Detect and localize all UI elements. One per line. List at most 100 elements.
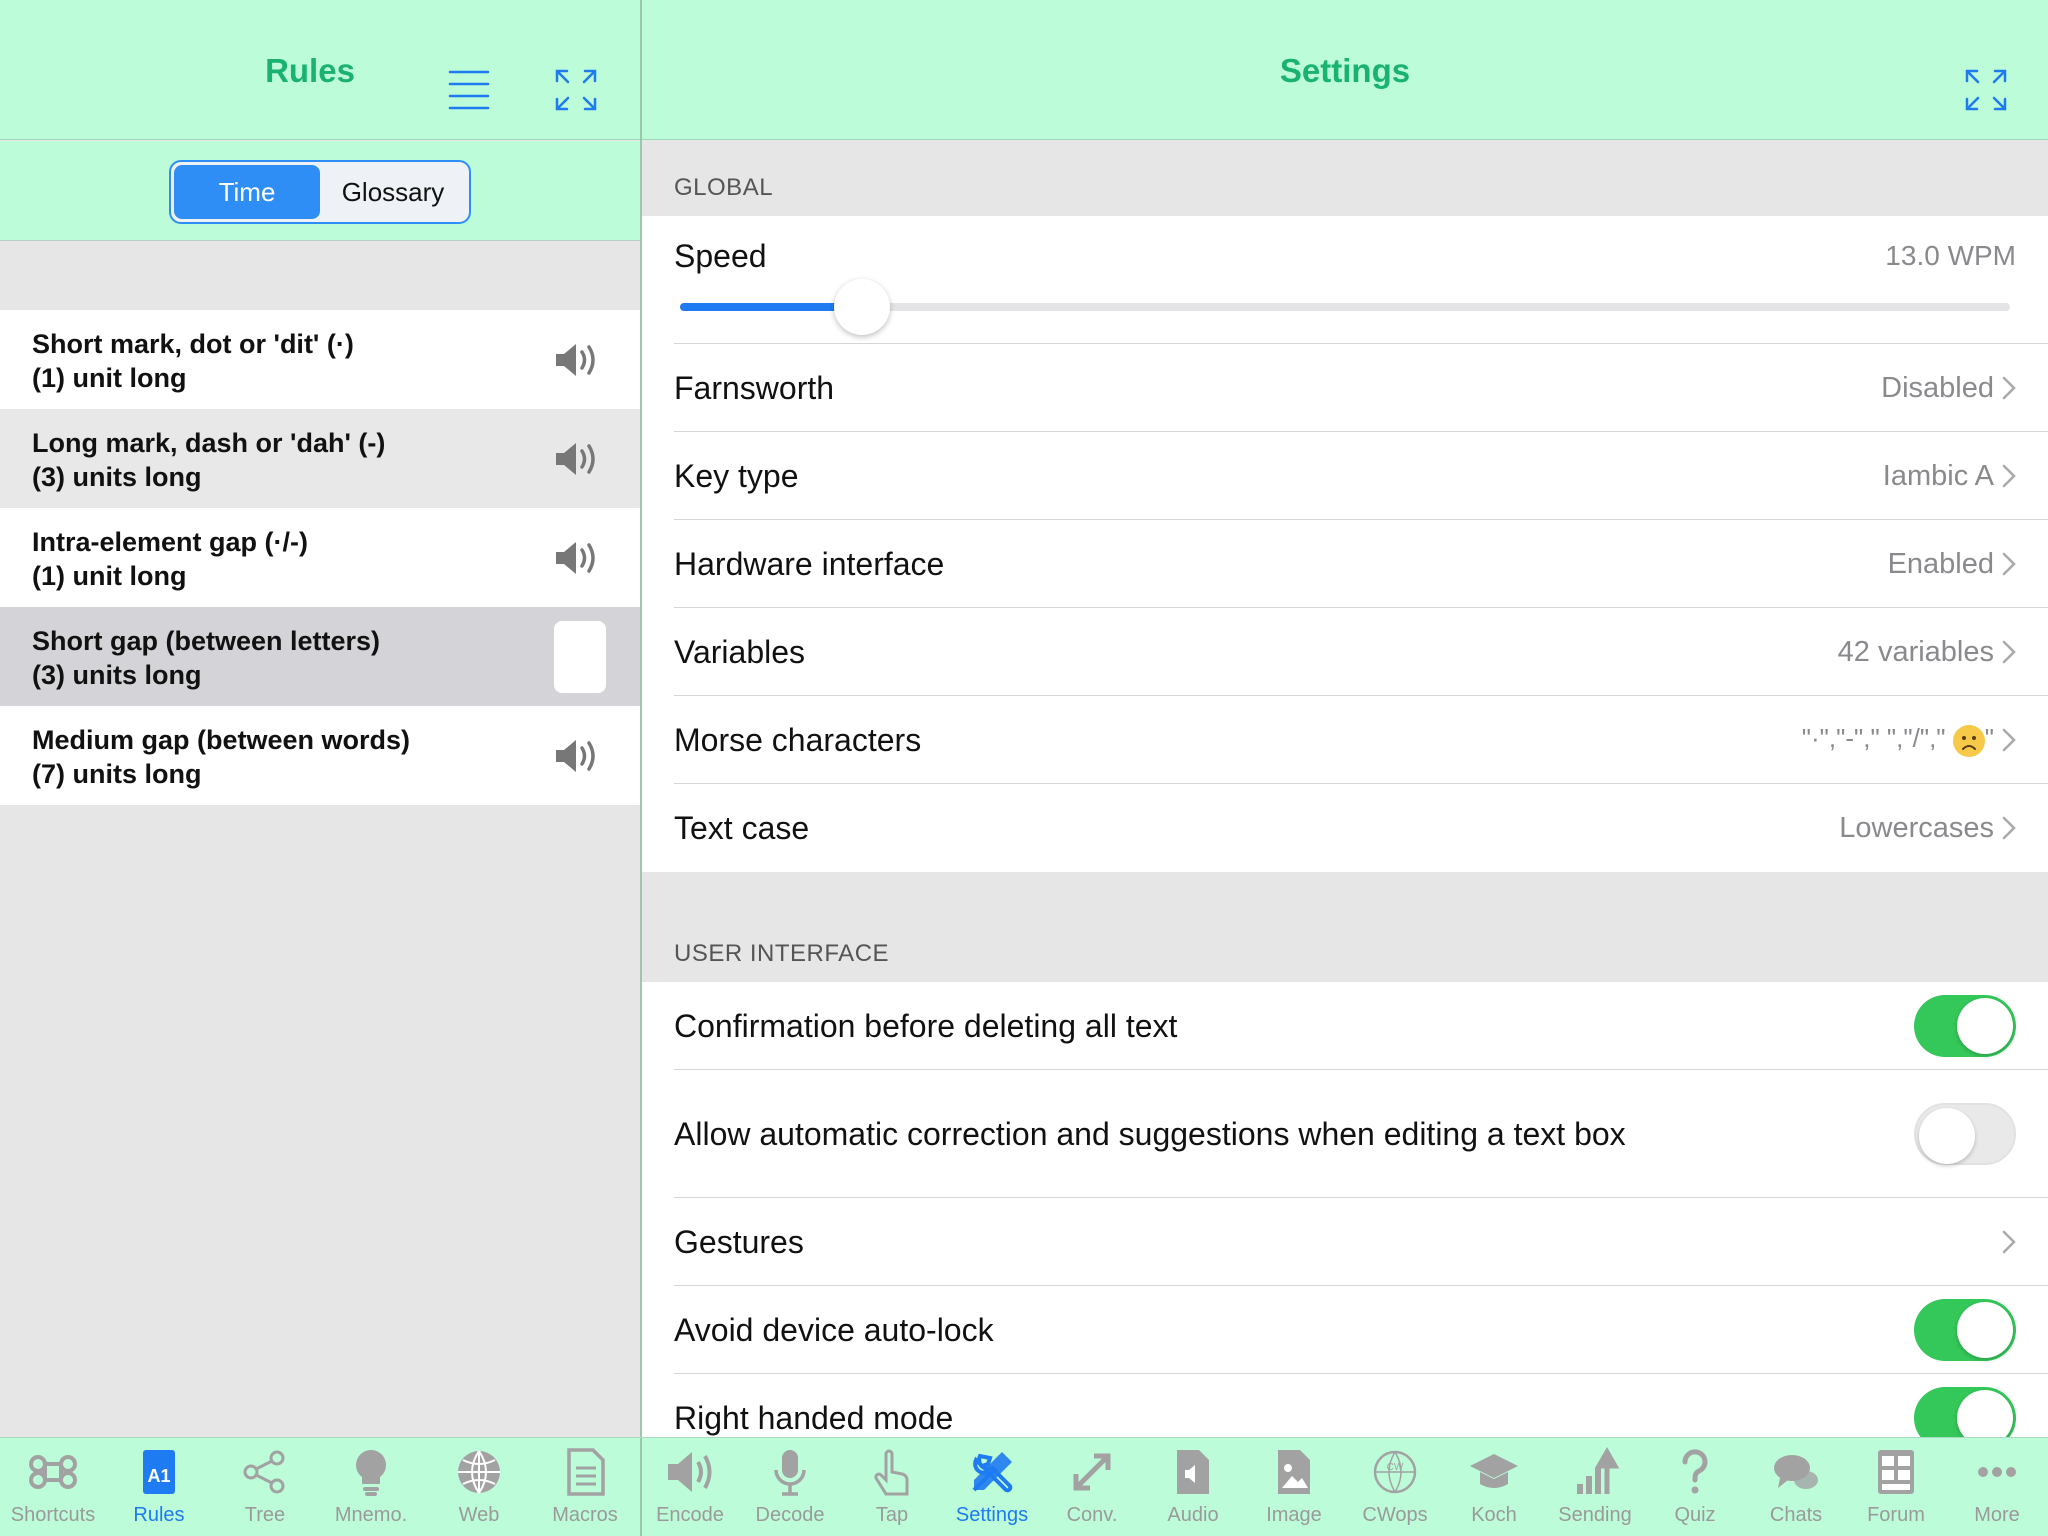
segment-glossary[interactable]: Glossary [320, 165, 466, 219]
ui-settings-group: Confirmation before deleting all text Al… [642, 982, 2048, 1462]
cell-label: Confirmation before deleting all text [674, 1007, 1178, 1044]
rule-row-selected[interactable]: Short gap (between letters) (3) units lo… [0, 607, 640, 706]
tab-rules[interactable]: A1 Rules [109, 1438, 209, 1536]
tab-mnemo[interactable]: Mnemo. [321, 1438, 421, 1536]
chevron-right-icon [2002, 1230, 2016, 1254]
cell-label: Allow automatic correction and suggestio… [674, 1115, 1626, 1152]
speed-slider[interactable] [680, 279, 2010, 335]
tab-label: Web [458, 1504, 500, 1526]
segment-bar: Time Glossary [0, 141, 640, 241]
gestures-cell[interactable]: Gestures [642, 1198, 2048, 1286]
tab-label: More [1974, 1504, 2020, 1526]
cell-label: Right handed mode [674, 1399, 954, 1436]
speaker-icon[interactable] [554, 439, 602, 479]
cell-label: Gestures [674, 1223, 804, 1260]
speaker-icon[interactable] [554, 538, 602, 578]
rule-text: Intra-element gap (·/-) (1) unit long [32, 525, 308, 593]
autocorrect-toggle[interactable] [1914, 1103, 2016, 1165]
tab-tree[interactable]: Tree [215, 1438, 315, 1536]
tools-icon [966, 1446, 1018, 1498]
chevron-right-icon [2002, 464, 2016, 488]
auto-lock-toggle[interactable] [1914, 1299, 2016, 1361]
cell-label: Morse characters [674, 721, 922, 758]
hardware-interface-cell[interactable]: Hardware interface Enabled [642, 520, 2048, 608]
tab-decode[interactable]: Decode [740, 1438, 840, 1536]
rule-duration: (3) units long [32, 660, 202, 690]
tab-web[interactable]: Web [429, 1438, 529, 1536]
section-header-global: GLOBAL [674, 174, 774, 201]
tab-conv[interactable]: Conv. [1042, 1438, 1142, 1536]
rule-row[interactable]: Intra-element gap (·/-) (1) unit long [0, 508, 640, 607]
chevron-right-icon [2002, 376, 2016, 400]
tab-encode[interactable]: Encode [640, 1438, 740, 1536]
variables-cell[interactable]: Variables 42 variables [642, 608, 2048, 696]
expand-icon[interactable] [554, 68, 598, 112]
tab-image[interactable]: Image [1244, 1438, 1344, 1536]
speaker-icon[interactable] [554, 340, 602, 380]
rule-title: Medium gap (between words) [32, 725, 411, 755]
tab-audio[interactable]: Audio [1143, 1438, 1243, 1536]
rule-text: Short gap (between letters) (3) units lo… [32, 624, 380, 692]
tab-quiz[interactable]: Quiz [1645, 1438, 1745, 1536]
speed-value: 13.0 WPM [1885, 240, 2016, 271]
tab-cwops[interactable]: CW CWops [1345, 1438, 1445, 1536]
tab-label: Conv. [1066, 1504, 1118, 1526]
tab-tap[interactable]: Tap [842, 1438, 942, 1536]
confirm-delete-toggle[interactable] [1914, 995, 2016, 1057]
question-icon [1669, 1446, 1721, 1498]
tab-bar: Shortcuts A1 Rules Tree Mnemo. Web Macros Encod… [0, 1437, 2048, 1536]
rule-duration: (1) unit long [32, 561, 187, 591]
tab-label: Encode [656, 1504, 724, 1526]
rule-row[interactable]: Short mark, dot or 'dit' (·) (1) unit lo… [0, 310, 640, 409]
rule-title: Short mark, dot or 'dit' (·) [32, 329, 354, 359]
cell-value: "·","-"," ","/"," " [1802, 723, 1994, 757]
expand-icon[interactable] [1964, 68, 2008, 112]
app-root: Rules Time Glossary Short mark, dot or '… [0, 0, 2048, 1536]
settings-title-text: Settings [1279, 52, 1411, 89]
rule-text: Long mark, dash or 'dah' (-) (3) units l… [32, 426, 385, 494]
tab-label: Forum [1867, 1504, 1925, 1526]
tab-forum[interactable]: Forum [1846, 1438, 1946, 1536]
tab-more[interactable]: More [1947, 1438, 2047, 1536]
rules-pane: Rules Time Glossary Short mark, dot or '… [0, 0, 640, 1437]
tree-share-icon [239, 1446, 291, 1498]
tab-label: Sending [1558, 1504, 1632, 1526]
morse-characters-cell[interactable]: Morse characters "·","-"," ","/"," " [642, 696, 2048, 784]
cell-label: Hardware interface [674, 545, 945, 582]
cell-value: Lowercases [1839, 811, 1994, 844]
speaker-icon [664, 1446, 716, 1498]
menu-icon[interactable] [446, 68, 492, 112]
tab-chats[interactable]: Chats [1746, 1438, 1846, 1536]
tab-label: Rules [133, 1504, 185, 1526]
speaker-icon[interactable] [554, 736, 602, 776]
key-type-cell[interactable]: Key type Iambic A [642, 432, 2048, 520]
cell-label: Variables [674, 633, 806, 670]
segment-time[interactable]: Time [174, 165, 320, 219]
speed-slider-thumb[interactable] [834, 279, 891, 335]
settings-title: Settings [642, 52, 2048, 90]
bar-chart-up-icon [1569, 1446, 1621, 1498]
forum-board-icon [1870, 1446, 1922, 1498]
tab-sending[interactable]: Sending [1545, 1438, 1645, 1536]
tab-macros[interactable]: Macros [535, 1438, 635, 1536]
rule-title: Short gap (between letters) [32, 626, 381, 656]
rules-book-icon: A1 [133, 1446, 185, 1498]
cell-value: Disabled [1881, 371, 1994, 404]
text-case-cell[interactable]: Text case Lowercases [642, 784, 2048, 872]
tab-label: Tree [244, 1504, 286, 1526]
frowning-face-icon [1952, 724, 1985, 757]
tab-settings[interactable]: Settings [942, 1438, 1042, 1536]
tab-koch[interactable]: Koch [1444, 1438, 1544, 1536]
cell-value: Enabled [1887, 547, 1994, 580]
tab-label: Shortcuts [10, 1504, 96, 1526]
rules-title-text: Rules [265, 52, 355, 89]
autocorrect-cell: Allow automatic correction and suggestio… [642, 1070, 2048, 1198]
rule-row[interactable]: Medium gap (between words) (7) units lon… [0, 706, 640, 805]
rule-row[interactable]: Long mark, dash or 'dah' (-) (3) units l… [0, 409, 640, 508]
auto-lock-cell: Avoid device auto-lock [642, 1286, 2048, 1374]
farnsworth-cell[interactable]: Farnsworth Disabled [642, 344, 2048, 432]
cell-value: 42 variables [1837, 635, 1994, 668]
rule-title: Intra-element gap (·/-) [32, 527, 309, 557]
tab-shortcuts[interactable]: Shortcuts [3, 1438, 103, 1536]
play-placeholder-button[interactable] [554, 621, 606, 693]
